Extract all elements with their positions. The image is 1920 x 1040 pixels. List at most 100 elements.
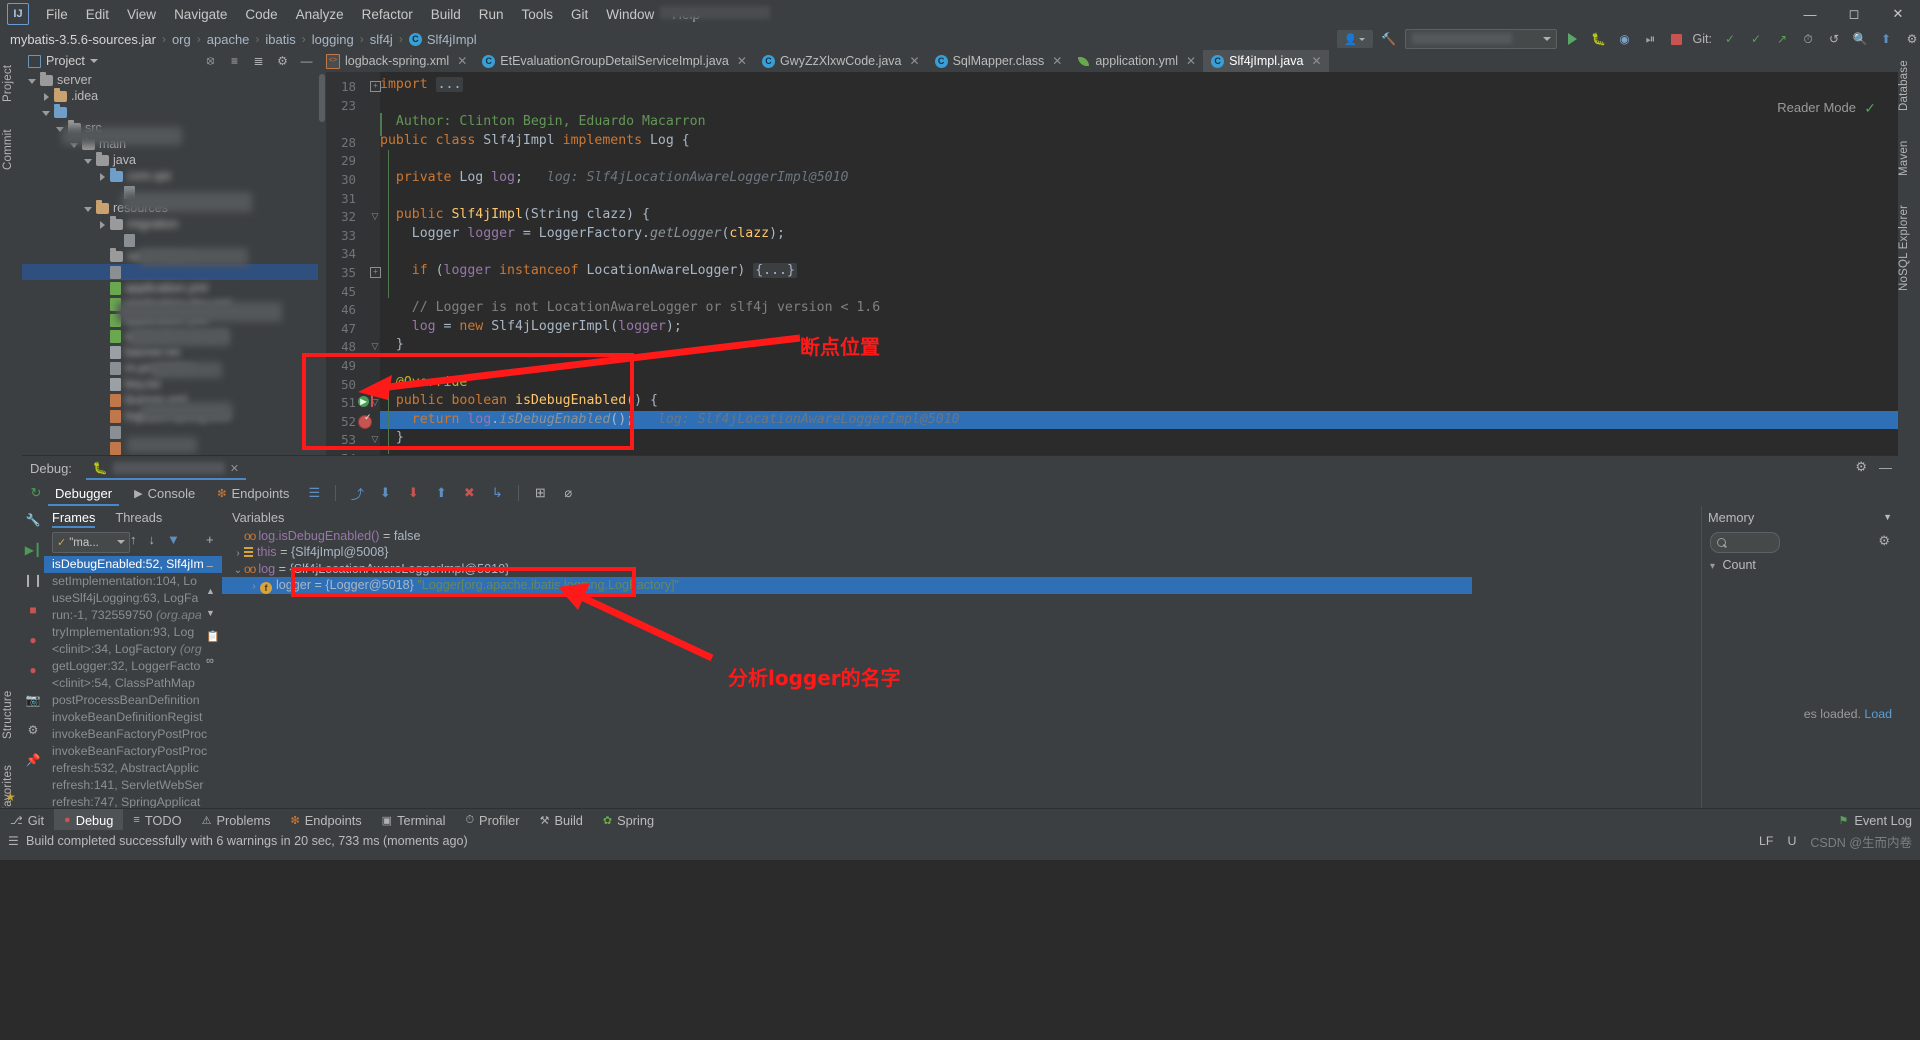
event-log-label[interactable]: Event Log (1854, 813, 1912, 828)
frames-tab-frames[interactable]: Frames (52, 506, 96, 528)
close-icon[interactable]: ✕ (910, 54, 920, 68)
debug-icon[interactable]: 🐛 (1589, 29, 1609, 49)
editor-tab-sqlmapper-class[interactable]: C SqlMapper.class ✕ (927, 50, 1070, 72)
tree-node[interactable]: application.yml (22, 280, 318, 296)
code-line[interactable]: } (380, 336, 404, 355)
breadcrumb-item-org[interactable]: org (172, 32, 191, 47)
breadcrumb-item-logging[interactable]: logging (312, 32, 354, 47)
project-tree[interactable]: server.ideasrcmainjavacom.qstresourcesmi… (22, 72, 318, 455)
git-history-icon[interactable]: ⏱ (1798, 29, 1818, 49)
chevron-down-icon[interactable]: ▼ (1883, 512, 1892, 522)
tool-window-spring[interactable]: ✿ Spring (593, 809, 664, 831)
sidebar-item-database[interactable]: Database (1898, 56, 1920, 116)
tree-node[interactable] (22, 232, 318, 248)
tool-window-terminal[interactable]: ▣ Terminal (372, 809, 456, 831)
collapse-fold-icon[interactable]: ▽ (370, 341, 380, 351)
mute-breakpoints-icon[interactable]: ⌀ (560, 485, 576, 501)
add-watch-icon[interactable]: + (206, 532, 220, 547)
pause-program-icon[interactable]: ❙❙ (23, 572, 43, 588)
menu-item-git[interactable]: Git (562, 3, 597, 26)
drop-frame-icon[interactable]: ✖ (461, 485, 477, 501)
sidebar-item-maven[interactable]: Maven (1898, 134, 1920, 182)
chevron-down-icon[interactable] (42, 108, 51, 117)
tree-node[interactable]: .idea (22, 87, 318, 104)
settings-gear-icon[interactable]: ⚙ (25, 722, 41, 738)
stack-frame-row[interactable]: <clinit>:54, ClassPathMap (44, 675, 222, 692)
run-configuration-selector[interactable] (1404, 29, 1557, 49)
editor-tab-logback-spring-xml[interactable]: logback-spring.xml ✕ (318, 50, 474, 72)
debug-tab-debugger[interactable]: Debugger (44, 480, 123, 506)
menu-item-run[interactable]: Run (470, 3, 513, 26)
menu-item-navigate[interactable]: Navigate (165, 3, 236, 26)
sidebar-item-project[interactable]: Project (2, 56, 24, 110)
memory-load-link[interactable]: Load (1864, 707, 1892, 721)
collapse-fold-icon[interactable]: ▽ (370, 434, 380, 444)
build-hammer-icon[interactable]: 🔨 (1379, 29, 1399, 49)
mute-breakpoints-icon[interactable]: ● (25, 662, 41, 678)
code-line[interactable]: log = new Slf4jLoggerImpl(logger); (380, 318, 682, 337)
close-icon[interactable]: ✕ (737, 54, 747, 68)
chevron-right-icon[interactable] (98, 220, 107, 229)
variables-tree[interactable]: oo log.isDebugEnabled() = false › this = {S… (222, 528, 1472, 595)
variable-row[interactable]: ⌄ oo log = {Slf4jLocationAwareLoggerImpl@5… (222, 561, 1472, 577)
move-down-icon[interactable]: ▼ (206, 608, 220, 618)
code-editor[interactable]: 18 + import ... 23 Author: Clinton Begin, E… (318, 72, 1898, 455)
line-separator-label[interactable]: LF (1759, 834, 1773, 848)
code-line[interactable]: return log.isDebugEnabled(); log: Slf4jL… (380, 411, 960, 430)
code-line[interactable]: if (logger instanceof LocationAwareLogge… (380, 262, 797, 281)
code-line[interactable]: // Logger is not LocationAwareLogger or … (380, 299, 880, 318)
close-button[interactable]: ✕ (1876, 0, 1920, 28)
filter-icon[interactable]: ▼ (167, 532, 180, 547)
code-line[interactable]: public Slf4jImpl(String clazz) { (380, 206, 650, 225)
stop-icon[interactable]: ■ (25, 602, 41, 618)
remove-watch-icon[interactable]: − (206, 559, 220, 574)
tree-node[interactable] (22, 103, 318, 120)
tool-window-endpoints[interactable]: ❇ Endpoints (281, 809, 372, 831)
resume-program-icon[interactable]: ▶┃ (25, 542, 41, 558)
reader-mode-check-icon[interactable]: ✓ (1864, 100, 1876, 117)
stack-frame-row[interactable]: refresh:532, AbstractApplic (44, 760, 222, 777)
tree-node[interactable]: key.txt (22, 376, 318, 392)
chevron-down-icon[interactable] (84, 156, 93, 165)
settings-wrench-icon[interactable]: 🔧 (25, 512, 41, 528)
stack-frame-row[interactable]: refresh:141, ServletWebSer (44, 777, 222, 794)
close-icon[interactable]: ✕ (1311, 54, 1321, 68)
tree-node[interactable]: banner.txt (22, 344, 318, 360)
git-update-icon[interactable]: ✓ (1720, 29, 1740, 49)
tool-window-build[interactable]: ⚒ Build (530, 809, 593, 831)
stack-frame-row[interactable]: tryImplementation:93, Log (44, 624, 222, 641)
chevron-down-icon[interactable] (117, 540, 125, 544)
call-stack-list[interactable]: isDebugEnabled:52, Slf4jIm setImplementat… (44, 556, 222, 809)
breadcrumb-item-slf4j[interactable]: slf4j (370, 32, 393, 47)
tool-window-git[interactable]: ⎇ Git (0, 809, 54, 831)
stack-frame-row[interactable]: invokeBeanDefinitionRegist (44, 709, 222, 726)
menu-item-tools[interactable]: Tools (513, 3, 563, 26)
code-line[interactable]: public class Slf4jImpl implements Log { (380, 132, 690, 151)
hide-icon[interactable]: — (1879, 460, 1892, 475)
stack-frame-row[interactable]: useSlf4jLogging:63, LogFa (44, 590, 222, 607)
chevron-down-icon[interactable] (84, 204, 93, 213)
chevron-down-icon[interactable] (28, 76, 37, 85)
maximize-button[interactable]: ◻ (1832, 0, 1876, 28)
menu-item-view[interactable]: View (118, 3, 165, 26)
frames-tab-threads[interactable]: Threads (115, 506, 162, 528)
move-up-icon[interactable]: ▲ (206, 586, 220, 596)
move-down-icon[interactable]: ↓ (149, 532, 156, 547)
evaluate-icon[interactable]: ⊞ (532, 485, 548, 501)
watches-icon[interactable]: ∞ (206, 655, 220, 667)
stack-frame-row[interactable]: invokeBeanFactoryPostProc (44, 726, 222, 743)
menu-item-analyze[interactable]: Analyze (287, 3, 353, 26)
stack-frame-row[interactable]: isDebugEnabled:52, Slf4jIm (44, 556, 222, 573)
tool-window-profiler[interactable]: ⏱ Profiler (455, 809, 529, 831)
close-icon[interactable]: ✕ (1052, 54, 1062, 68)
gear-icon[interactable]: ⚙ (1878, 533, 1890, 549)
variable-row[interactable]: oo log.isDebugEnabled() = false (222, 528, 1472, 544)
git-push-icon[interactable]: ↗ (1772, 29, 1792, 49)
code-line[interactable]: Author: Clinton Begin, Eduardo Macarron (380, 113, 706, 132)
pin-icon[interactable]: 📌 (25, 752, 41, 768)
step-over-icon[interactable]: ⤴ (349, 485, 365, 502)
editor-tab-gwyzzxlxwcode-java[interactable]: C GwyZzXlxwCode.java ✕ (754, 50, 927, 72)
collapse-fold-icon[interactable]: ▽ (370, 211, 380, 221)
stack-frame-row[interactable]: refresh:747, SpringApplicat (44, 794, 222, 809)
sidebar-item-commit[interactable]: Commit (2, 122, 24, 178)
